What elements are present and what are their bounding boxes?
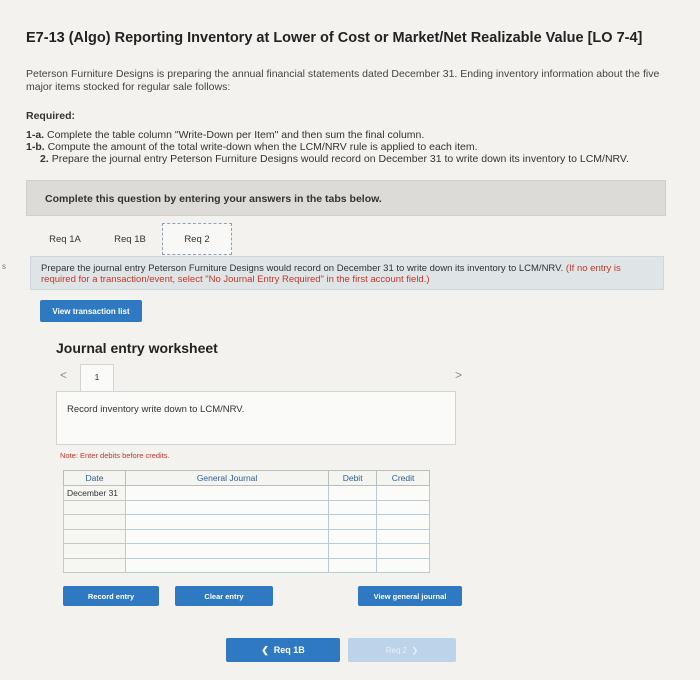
requirements-list: 1-a. Complete the table column "Write-Do… (26, 129, 676, 165)
chevron-right-icon: ❯ (411, 645, 419, 655)
previous-requirement-label: Req 1B (273, 644, 305, 655)
date-cell (63, 528, 126, 544)
credit-input[interactable] (376, 543, 430, 559)
page-frame: s E7-13 (Algo) Reporting Inventory at Lo… (0, 0, 700, 680)
clear-entry-button[interactable]: Clear entry (175, 586, 273, 606)
next-requirement-button[interactable]: Req 2 ❯ (348, 638, 456, 662)
date-cell (63, 557, 126, 573)
requirement-number: 2. (40, 153, 49, 165)
requirement-item: 1-b. Compute the amount of the total wri… (26, 141, 676, 153)
tab-req-1b[interactable]: Req 1B (95, 226, 165, 254)
credit-input[interactable] (376, 485, 430, 501)
edge-mark: s (2, 262, 6, 271)
record-entry-button[interactable]: Record entry (63, 586, 159, 606)
entry-note: Note: Enter debits before credits. (60, 451, 170, 460)
tab-req-1a[interactable]: Req 1A (30, 226, 100, 254)
view-transaction-list-button[interactable]: View transaction list (40, 300, 142, 322)
table-row: December 31 (63, 485, 430, 501)
account-input[interactable] (124, 543, 330, 559)
date-cell (63, 514, 126, 530)
journal-header-row: Date General Journal Debit Credit (63, 470, 430, 486)
chevron-right-icon[interactable]: > (455, 368, 462, 382)
column-header-date: Date (63, 470, 126, 486)
previous-requirement-button[interactable]: ❮ Req 1B (226, 638, 340, 662)
debit-input[interactable] (328, 485, 378, 501)
view-general-journal-button[interactable]: View general journal (358, 586, 462, 606)
credit-input[interactable] (376, 528, 430, 544)
chevron-left-icon[interactable]: < (60, 368, 67, 382)
worksheet-description-box: Record inventory write down to LCM/NRV. (56, 391, 456, 445)
column-header-debit: Debit (328, 470, 378, 486)
chevron-left-icon: ❮ (261, 644, 269, 655)
debit-input[interactable] (328, 543, 378, 559)
worksheet-page-tab[interactable]: 1 (80, 364, 114, 392)
tab-req-2[interactable]: Req 2 (162, 223, 232, 255)
required-heading: Required: (26, 110, 76, 122)
date-cell (63, 499, 126, 515)
requirement-text: Compute the amount of the total write-do… (47, 141, 478, 153)
intro-text: Peterson Furniture Designs is preparing … (26, 68, 660, 93)
date-cell: December 31 (63, 485, 126, 501)
requirement-text: Prepare the journal entry Peterson Furni… (51, 153, 629, 165)
worksheet-description: Record inventory write down to LCM/NRV. (67, 404, 245, 415)
account-input[interactable] (124, 557, 330, 573)
credit-input[interactable] (376, 557, 430, 573)
prompt-text: Prepare the journal entry Peterson Furni… (41, 263, 564, 274)
credit-input[interactable] (376, 499, 430, 515)
page-title: E7-13 (Algo) Reporting Inventory at Lowe… (26, 30, 643, 46)
table-row (63, 514, 430, 530)
date-cell (63, 543, 126, 559)
journal-table: Date General Journal Debit Credit Decemb… (63, 470, 430, 573)
debit-input[interactable] (328, 514, 378, 530)
next-requirement-label: Req 2 (385, 645, 408, 655)
table-row (63, 543, 430, 559)
requirement-tabs: Req 1A Req 1B Req 2 (30, 223, 670, 256)
debit-input[interactable] (328, 557, 378, 573)
column-header-credit: Credit (376, 470, 430, 486)
debit-input[interactable] (328, 528, 378, 544)
credit-input[interactable] (376, 514, 430, 530)
table-row (63, 557, 430, 573)
table-row (63, 499, 430, 515)
account-input[interactable] (124, 485, 330, 501)
instructions-banner: Complete this question by entering your … (26, 180, 666, 216)
account-input[interactable] (124, 528, 330, 544)
column-header-general-journal: General Journal (124, 470, 330, 486)
account-input[interactable] (124, 514, 330, 530)
requirement-item: 1-a. Complete the table column "Write-Do… (26, 129, 676, 141)
requirement-number: 1-b. (26, 141, 45, 153)
question-prompt: Prepare the journal entry Peterson Furni… (30, 256, 664, 290)
table-row (63, 528, 430, 544)
account-input[interactable] (124, 499, 330, 515)
debit-input[interactable] (328, 499, 378, 515)
requirement-number: 1-a. (26, 129, 45, 141)
requirement-item: 2. Prepare the journal entry Peterson Fu… (26, 153, 676, 165)
worksheet-title: Journal entry worksheet (56, 340, 218, 356)
requirement-text: Complete the table column "Write-Down pe… (47, 129, 425, 141)
